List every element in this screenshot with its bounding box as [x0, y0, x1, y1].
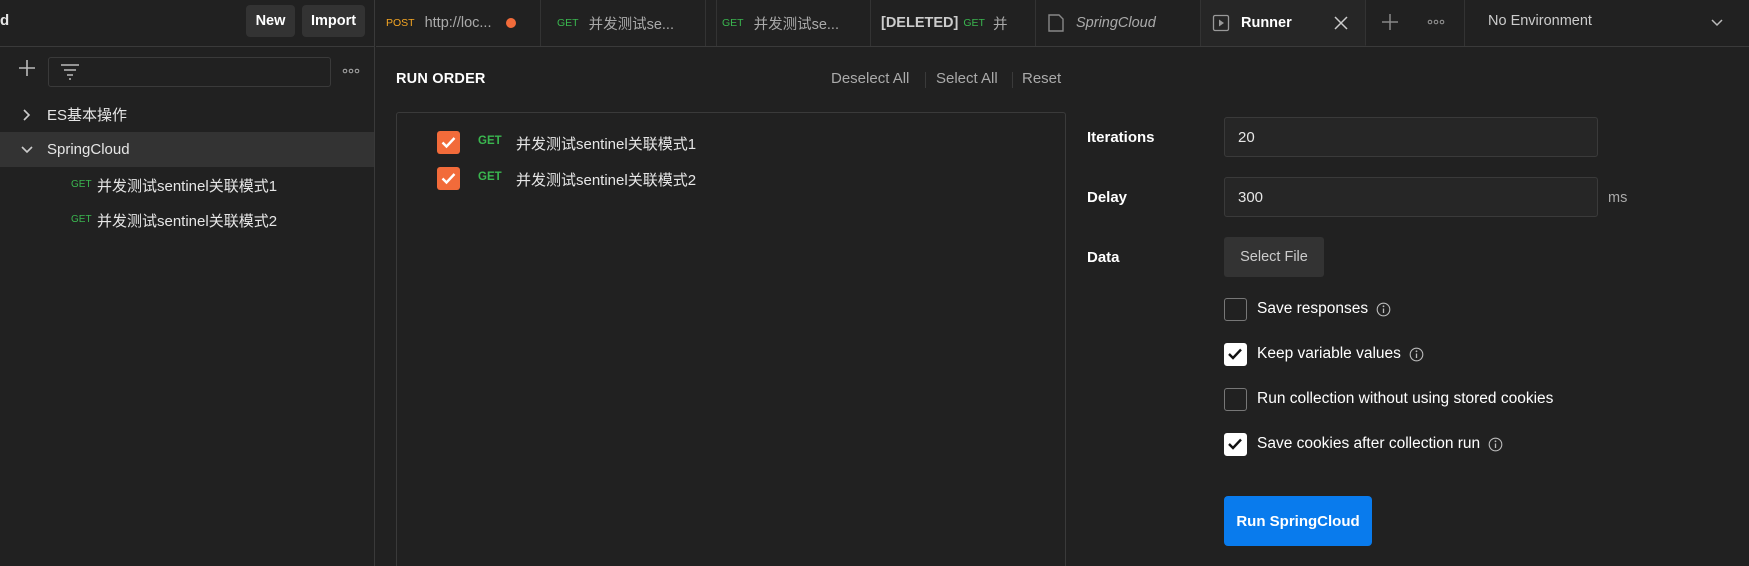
save-responses-checkbox[interactable]: [1224, 297, 1247, 321]
tab-get-request-2[interactable]: GET 并发测试se...: [706, 0, 871, 46]
save-responses-option[interactable]: Save responses: [1224, 297, 1391, 321]
deselect-all-link[interactable]: Deselect All: [831, 70, 909, 87]
method-badge: GET: [963, 17, 985, 29]
tab-post-request[interactable]: POST http://loc...: [376, 0, 541, 46]
tab-title: Runner: [1241, 14, 1292, 31]
tab-title: 并发测试se...: [588, 16, 674, 33]
delay-input[interactable]: [1224, 177, 1598, 217]
tab-title: 并: [992, 16, 1008, 33]
chevron-right-icon[interactable]: [20, 108, 34, 122]
tab-deleted-request[interactable]: [DELETED] GET 并: [871, 0, 1036, 46]
request-name: 并发测试sentinel关联模式1: [97, 178, 278, 195]
request-name: 并发测试sentinel关联模式2: [97, 213, 278, 230]
collection-springcloud[interactable]: SpringCloud: [0, 132, 374, 167]
runner-panel: RUN ORDER Deselect All Select All Reset …: [376, 48, 1749, 566]
check-icon: [1228, 348, 1242, 360]
run-order-list: GET 并发测试sentinel关联模式1 GET 并发测试sentinel关联…: [396, 112, 1066, 566]
new-tab-icon[interactable]: [1380, 12, 1400, 32]
collection-es[interactable]: ES基本操作: [0, 97, 374, 132]
info-icon[interactable]: [1488, 437, 1503, 452]
unsaved-dot-icon: [505, 18, 516, 28]
sidebar-toolbar: [0, 47, 374, 97]
method-badge: GET: [71, 214, 92, 225]
chevron-down-icon: [1711, 19, 1723, 27]
option-label: Save responses: [1257, 300, 1369, 317]
method-badge: GET: [557, 17, 579, 29]
collection-name: SpringCloud: [47, 141, 130, 158]
tab-bar: POST http://loc... GET 并发测试se... GET 并发测…: [376, 0, 1749, 47]
save-cookies-option[interactable]: Save cookies after collection run: [1224, 432, 1503, 456]
divider: [1012, 72, 1013, 88]
order-checkbox[interactable]: [437, 167, 460, 190]
sidebar-request-2[interactable]: GET 并发测试sentinel关联模式2: [0, 202, 374, 237]
info-icon[interactable]: [1376, 302, 1391, 317]
new-button[interactable]: New: [246, 5, 295, 37]
import-button[interactable]: Import: [302, 5, 365, 37]
environment-selector[interactable]: No Environment: [1465, 0, 1749, 46]
reset-link[interactable]: Reset: [1022, 70, 1061, 87]
tab-get-request-1-label[interactable]: GET 并发测试se...: [541, 0, 706, 46]
workspace-name[interactable]: d: [0, 12, 9, 29]
method-badge: GET: [722, 17, 744, 29]
runner-icon: [1212, 14, 1230, 32]
request-name: 并发测试sentinel关联模式2: [516, 172, 697, 189]
tab-title: SpringCloud: [1076, 15, 1156, 31]
data-label: Data: [1087, 249, 1120, 266]
option-label: Save cookies after collection run: [1257, 435, 1481, 452]
run-order-title: RUN ORDER: [396, 71, 486, 87]
delay-label: Delay: [1087, 189, 1128, 206]
keep-variable-values-checkbox[interactable]: [1224, 342, 1247, 366]
keep-variable-values-option[interactable]: Keep variable values: [1224, 342, 1424, 366]
option-label: Run collection without using stored cook…: [1257, 390, 1554, 407]
collection-icon: [1048, 14, 1064, 32]
no-stored-cookies-option[interactable]: Run collection without using stored cook…: [1224, 387, 1553, 411]
environment-label: No Environment: [1488, 13, 1592, 29]
collection-name: ES基本操作: [47, 107, 128, 124]
order-checkbox[interactable]: [437, 131, 460, 154]
method-badge: GET: [71, 179, 92, 190]
sidebar-header: d New Import: [0, 0, 374, 47]
option-label: Keep variable values: [1257, 345, 1401, 362]
select-all-link[interactable]: Select All: [936, 70, 998, 87]
sidebar-request-1[interactable]: GET 并发测试sentinel关联模式1: [0, 167, 374, 202]
close-icon[interactable]: [1333, 15, 1349, 31]
add-collection-icon[interactable]: [17, 58, 37, 78]
check-icon: [441, 173, 456, 185]
select-file-button[interactable]: Select File: [1224, 237, 1324, 277]
tab-runner[interactable]: Runner: [1201, 0, 1366, 46]
more-options-icon[interactable]: [341, 61, 361, 81]
request-name: 并发测试sentinel关联模式1: [516, 136, 697, 153]
no-stored-cookies-checkbox[interactable]: [1224, 387, 1247, 411]
method-badge: POST: [386, 17, 415, 29]
sidebar: d New Import ES基本操作 SpringCloud GET 并发测试…: [0, 0, 375, 566]
filter-icon: [61, 64, 79, 80]
divider: [925, 72, 926, 88]
check-icon: [441, 137, 456, 149]
run-order-item[interactable]: GET 并发测试sentinel关联模式2: [397, 163, 1065, 193]
chevron-down-icon[interactable]: [20, 143, 34, 157]
tab-more-icon[interactable]: [1426, 12, 1446, 32]
check-icon: [1228, 438, 1242, 450]
deleted-prefix: [DELETED]: [881, 15, 959, 31]
delay-unit: ms: [1608, 190, 1628, 206]
run-collection-button[interactable]: Run SpringCloud: [1224, 496, 1372, 546]
tab-springcloud[interactable]: SpringCloud: [1036, 0, 1201, 46]
tab-title: 并发测试se...: [753, 16, 839, 33]
iterations-label: Iterations: [1087, 129, 1155, 146]
run-order-item[interactable]: GET 并发测试sentinel关联模式1: [397, 127, 1065, 157]
method-badge: GET: [478, 135, 502, 147]
save-cookies-checkbox[interactable]: [1224, 432, 1247, 456]
info-icon[interactable]: [1409, 347, 1424, 362]
tab-title: http://loc...: [424, 15, 492, 31]
method-badge: GET: [478, 171, 502, 183]
iterations-input[interactable]: [1224, 117, 1598, 157]
filter-input[interactable]: [48, 57, 331, 87]
